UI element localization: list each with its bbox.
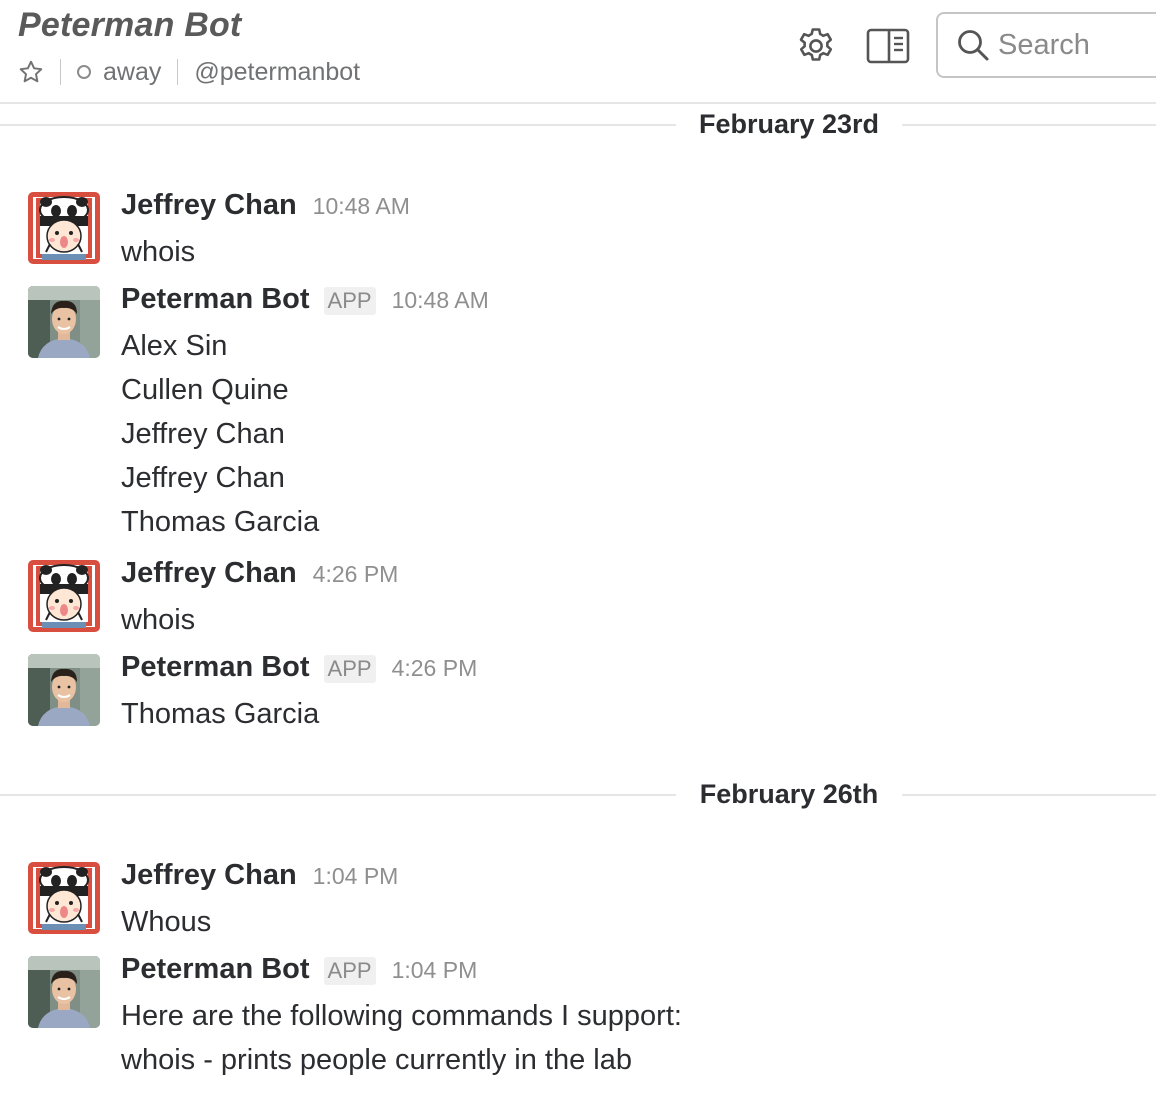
- sender-name[interactable]: Peterman Bot: [121, 953, 310, 986]
- meta-separator: [177, 59, 179, 85]
- meta-separator: [60, 59, 61, 85]
- channel-view: Peterman Bot away @petermanbot Search Fe…: [0, 0, 1156, 1096]
- search-input[interactable]: [998, 28, 1156, 62]
- avatar[interactable]: [28, 862, 100, 934]
- avatar[interactable]: [28, 192, 100, 264]
- message-text: whois: [121, 604, 196, 636]
- message-header: Jeffrey Chan 1:04 PM: [121, 859, 398, 899]
- app-badge: APP: [323, 957, 376, 985]
- avatar[interactable]: [28, 956, 100, 1028]
- message-timestamp[interactable]: 4:26 PM: [313, 561, 399, 588]
- message-text: Jeffrey Chan: [121, 462, 285, 494]
- message-text: Jeffrey Chan: [121, 418, 285, 450]
- divider-line: [0, 794, 1156, 796]
- message-timestamp[interactable]: 10:48 AM: [392, 287, 489, 314]
- sender-name[interactable]: Peterman Bot: [121, 651, 310, 684]
- message-text: Alex Sin: [121, 330, 228, 362]
- panda-avatar-icon: [28, 192, 100, 264]
- message-text: whois - prints people currently in the l…: [121, 1044, 632, 1076]
- message-body: Whous: [121, 900, 211, 944]
- date-label: February 23rd: [676, 104, 902, 144]
- panda-avatar-icon: [28, 560, 100, 632]
- message-text: Cullen Quine: [121, 374, 289, 406]
- message-header: Peterman Bot APP 4:26 PM: [121, 651, 477, 691]
- date-divider: February 23rd: [0, 104, 1156, 144]
- sender-name[interactable]: Jeffrey Chan: [121, 189, 297, 222]
- message-body: Thomas Garcia: [121, 692, 319, 736]
- message-timestamp[interactable]: 1:04 PM: [392, 957, 478, 984]
- bot-avatar-icon: [28, 654, 100, 726]
- date-label: February 26th: [676, 774, 902, 814]
- bot-handle[interactable]: @petermanbot: [194, 58, 360, 87]
- message-text: whois: [121, 236, 196, 268]
- bot-avatar-icon: [28, 286, 100, 358]
- message-text: Here are the following commands I suppor…: [121, 1000, 682, 1032]
- message-timestamp[interactable]: 4:26 PM: [392, 655, 478, 682]
- sidebar-panel-icon[interactable]: [866, 28, 910, 64]
- date-divider: February 26th: [0, 774, 1156, 814]
- app-badge: APP: [323, 287, 376, 315]
- message-body: whois: [121, 230, 195, 274]
- message-timestamp[interactable]: 10:48 AM: [313, 193, 410, 220]
- message-body: Alex Sin Cullen Quine Jeffrey Chan Jeffr…: [121, 324, 319, 544]
- message-text: Thomas Garcia: [121, 506, 320, 538]
- search-icon: [958, 30, 989, 61]
- avatar[interactable]: [28, 654, 100, 726]
- search-box[interactable]: [936, 12, 1156, 78]
- message-header: Jeffrey Chan 4:26 PM: [121, 557, 398, 597]
- sender-name[interactable]: Jeffrey Chan: [121, 557, 297, 590]
- message-header: Peterman Bot APP 1:04 PM: [121, 953, 477, 993]
- message-body: Here are the following commands I suppor…: [121, 994, 682, 1082]
- message-header: Peterman Bot APP 10:48 AM: [121, 283, 489, 323]
- status-dot-icon: [77, 65, 91, 79]
- bot-avatar-icon: [28, 956, 100, 1028]
- channel-title: Peterman Bot: [18, 6, 242, 44]
- sender-name[interactable]: Jeffrey Chan: [121, 859, 297, 892]
- message-text: Thomas Garcia: [121, 698, 320, 730]
- message-text: Whous: [121, 906, 212, 938]
- app-badge: APP: [323, 655, 376, 683]
- avatar[interactable]: [28, 286, 100, 358]
- gear-icon[interactable]: [796, 26, 836, 66]
- message-body: whois: [121, 598, 195, 642]
- avatar[interactable]: [28, 560, 100, 632]
- star-icon[interactable]: [18, 59, 44, 85]
- channel-header: Peterman Bot away @petermanbot: [0, 0, 1156, 104]
- channel-meta: away @petermanbot: [18, 56, 360, 88]
- panda-avatar-icon: [28, 862, 100, 934]
- message-timestamp[interactable]: 1:04 PM: [313, 863, 399, 890]
- presence-status: away: [103, 57, 162, 86]
- message-header: Jeffrey Chan 10:48 AM: [121, 189, 410, 229]
- divider-line: [0, 124, 1156, 126]
- sender-name[interactable]: Peterman Bot: [121, 283, 310, 316]
